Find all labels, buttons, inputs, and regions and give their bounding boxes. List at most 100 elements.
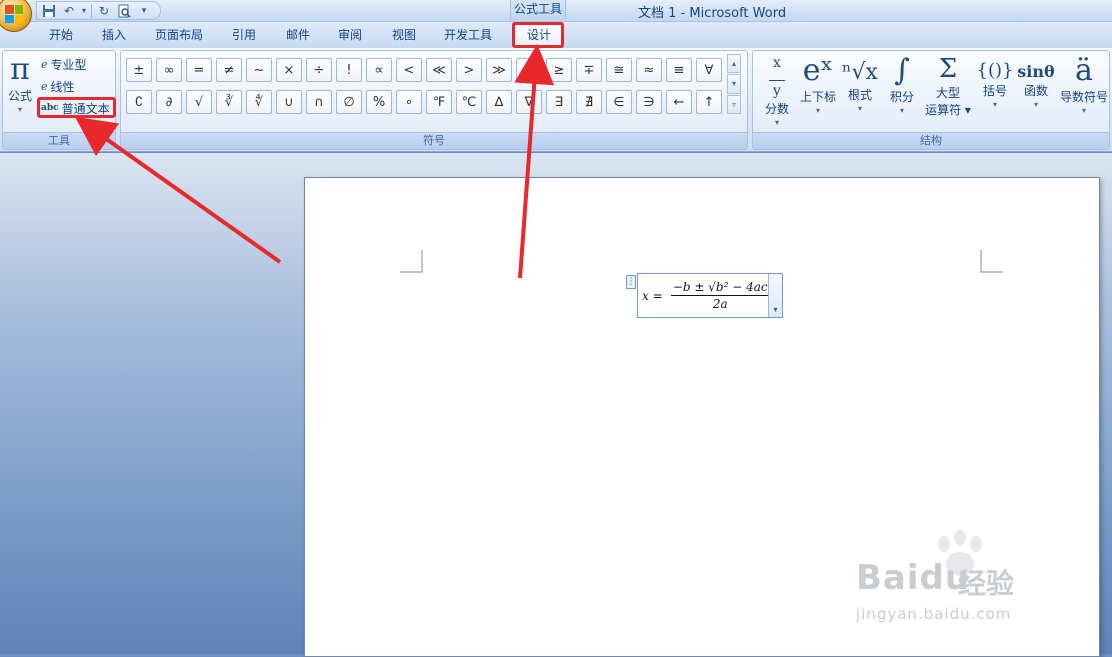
- tab-developer[interactable]: 开发工具: [436, 27, 500, 47]
- redo-icon[interactable]: ↻: [96, 3, 112, 19]
- symbol-button[interactable]: ∇: [516, 90, 542, 114]
- symbol-button[interactable]: ∄: [576, 90, 602, 114]
- symbol-button[interactable]: ←: [666, 90, 692, 114]
- symbol-button[interactable]: ∘: [396, 90, 422, 114]
- symbol-button[interactable]: ∃: [546, 90, 572, 114]
- integral-button[interactable]: ∫ 积分 ▾: [884, 56, 920, 116]
- symbol-button[interactable]: ∋: [636, 90, 662, 114]
- radical-button[interactable]: ⁿ√x 根式 ▾: [842, 56, 878, 114]
- scroll-up-icon[interactable]: ▴: [727, 54, 741, 74]
- symbol-button[interactable]: ∂: [156, 90, 182, 114]
- function-icon: sinθ: [1017, 62, 1055, 81]
- chevron-down-icon: ▾: [1033, 100, 1038, 109]
- symbol-button[interactable]: ÷: [306, 58, 332, 82]
- fraction-button[interactable]: xy 分数 ▾: [760, 56, 794, 127]
- professional-format-icon: e: [41, 57, 48, 71]
- function-button[interactable]: sinθ 函数 ▾: [1016, 56, 1056, 110]
- customize-toolbar-icon[interactable]: ▾: [136, 3, 152, 19]
- equation-box[interactable]: x = −b ± √b² − 4ac 2a ▾: [637, 273, 783, 318]
- watermark-brand: Baidu: [856, 558, 971, 598]
- symbol-button[interactable]: ∀: [696, 58, 722, 82]
- tab-view[interactable]: 视图: [384, 27, 424, 47]
- symbol-button[interactable]: ≈: [636, 58, 662, 82]
- toolbar-separator: [91, 3, 92, 18]
- symbol-button[interactable]: ∪: [276, 90, 302, 114]
- chevron-down-icon[interactable]: ▾: [81, 3, 87, 19]
- gallery-more-icon[interactable]: ▿: [727, 94, 741, 114]
- window-title: 文档 1 - Microsoft Word: [638, 6, 787, 21]
- tab-review[interactable]: 审阅: [330, 27, 370, 47]
- chevron-down-icon: ▾: [1081, 106, 1086, 115]
- symbol-button[interactable]: ≅: [606, 58, 632, 82]
- superscript-icon: eˣ: [802, 53, 834, 88]
- dialog-launcher-icon[interactable]: ↘: [104, 136, 112, 146]
- symbol-button[interactable]: ℉: [426, 90, 452, 114]
- symbol-gallery-scroller[interactable]: ▴ ▾ ▿: [727, 54, 741, 114]
- large-operator-button[interactable]: Σ 大型 运算符 ▾: [922, 56, 974, 118]
- tab-page-layout[interactable]: 页面布局: [148, 27, 210, 47]
- symbol-button[interactable]: ∞: [156, 58, 182, 82]
- symbol-button[interactable]: ∆: [486, 90, 512, 114]
- chevron-down-icon: ▾: [17, 105, 22, 114]
- symbol-button[interactable]: ≠: [216, 58, 242, 82]
- scroll-down-icon[interactable]: ▾: [727, 74, 741, 94]
- chevron-down-icon: ▾: [899, 106, 904, 115]
- accent-icon: ä: [1075, 53, 1093, 88]
- symbol-button[interactable]: ∅: [336, 90, 362, 114]
- symbol-button[interactable]: ↑: [696, 90, 722, 114]
- symbol-button[interactable]: ≪: [426, 58, 452, 82]
- ribbon-tab-bar: 开始 插入 页面布局 引用 邮件 审阅 视图 开发工具 设计: [0, 22, 1112, 48]
- accent-button[interactable]: ä 导数符号 ▾: [1058, 53, 1110, 116]
- sigma-icon: Σ: [938, 54, 958, 84]
- context-tab-group: 公式工具: [510, 0, 566, 20]
- linear-format-icon: e: [41, 79, 48, 93]
- symbol-button[interactable]: ℃: [456, 90, 482, 114]
- symbol-button[interactable]: ∁: [126, 90, 152, 114]
- ribbon: π 公式 ▾ e 专业型 e 线性 abc 普通文本 工具 ↘ 符号 ± ∞ =…: [0, 48, 1112, 152]
- tools-group: π 公式 ▾ e 专业型 e 线性 abc 普通文本 工具 ↘: [2, 50, 116, 150]
- tab-references[interactable]: 引用: [224, 27, 264, 47]
- tab-mailings[interactable]: 邮件: [278, 27, 318, 47]
- symbol-button[interactable]: ≥: [546, 58, 572, 82]
- symbol-button[interactable]: >: [456, 58, 482, 82]
- symbol-button[interactable]: =: [186, 58, 212, 82]
- professional-button[interactable]: e 专业型: [41, 55, 87, 73]
- equation-options-dropdown[interactable]: ▾: [768, 274, 782, 317]
- symbol-button[interactable]: ∩: [306, 90, 332, 114]
- script-button[interactable]: eˣ 上下标 ▾: [798, 53, 838, 116]
- symbol-button[interactable]: <: [396, 58, 422, 82]
- symbol-button[interactable]: ≫: [486, 58, 512, 82]
- bracket-icon: {()}: [976, 60, 1014, 81]
- symbol-button[interactable]: !: [336, 58, 362, 82]
- pi-icon: π: [10, 52, 30, 87]
- symbol-button[interactable]: ≤: [516, 58, 542, 82]
- crop-mark-icon: [980, 250, 1003, 273]
- equation-lhs: x: [642, 288, 649, 303]
- symbol-button[interactable]: ±: [126, 58, 152, 82]
- symbol-button[interactable]: ∛: [216, 90, 242, 114]
- linear-button[interactable]: e 线性: [41, 77, 75, 95]
- normal-text-label: 普通文本: [61, 101, 110, 116]
- symbol-button[interactable]: ×: [276, 58, 302, 82]
- tab-insert[interactable]: 插入: [94, 27, 134, 47]
- symbol-button[interactable]: √: [186, 90, 212, 114]
- equation-button[interactable]: π 公式 ▾: [5, 52, 35, 115]
- symbol-button[interactable]: ~: [246, 58, 272, 82]
- print-preview-icon[interactable]: [116, 3, 132, 19]
- tab-home[interactable]: 开始: [40, 27, 82, 47]
- save-icon[interactable]: [41, 3, 57, 19]
- symbol-button[interactable]: ≡: [666, 58, 692, 82]
- symbol-button[interactable]: ∜: [246, 90, 272, 114]
- bracket-button[interactable]: {()} 括号 ▾: [976, 56, 1014, 110]
- symbol-button[interactable]: ∈: [606, 90, 632, 114]
- undo-icon[interactable]: ↶: [61, 3, 77, 19]
- tab-design[interactable]: 设计: [514, 24, 564, 48]
- fraction-icon: xy: [760, 56, 794, 98]
- accent-label: 导数符号: [1059, 90, 1108, 104]
- symbol-button[interactable]: ∓: [576, 58, 602, 82]
- normal-text-button[interactable]: abc 普通文本: [41, 99, 110, 117]
- symbol-button[interactable]: ∝: [366, 58, 392, 82]
- symbol-button[interactable]: %: [366, 90, 392, 114]
- equation-handle-icon[interactable]: ⋮: [626, 275, 636, 289]
- office-logo-icon: [5, 5, 23, 23]
